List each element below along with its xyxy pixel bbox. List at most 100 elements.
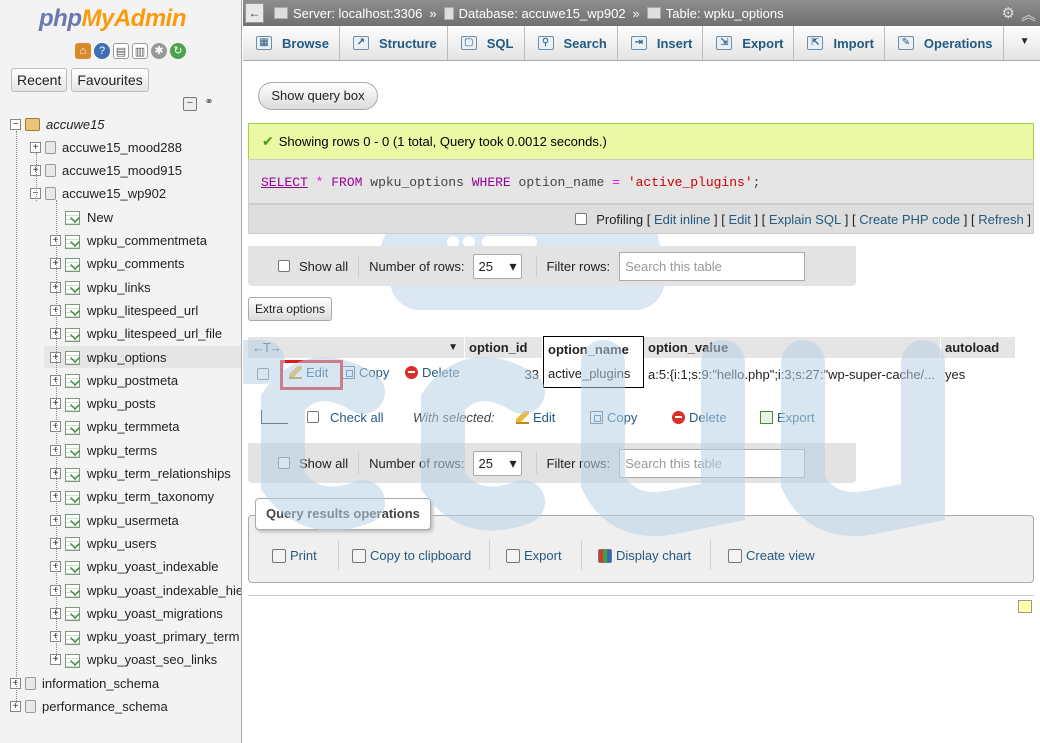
tree-item-wpku-yoast-indexable-hierarchy[interactable]: +wpku_yoast_indexable_hierarchy: [50, 579, 241, 601]
show-query-box-button[interactable]: Show query box: [258, 82, 378, 110]
tab-import[interactable]: ⇱ Import: [794, 26, 885, 60]
phpmyadmin-logo[interactable]: phpMyAdmin: [39, 5, 186, 33]
tab-browse[interactable]: ▦ Browse: [243, 26, 340, 60]
tree-item-label[interactable]: wpku_litespeed_url_file: [87, 326, 222, 341]
display-chart-link[interactable]: Display chart: [598, 548, 691, 563]
tree-item-label[interactable]: performance_schema: [42, 699, 168, 714]
tree-item-wpku-commentmeta[interactable]: + wpku_commentmeta: [50, 230, 207, 252]
settings-icon[interactable]: ✱: [151, 43, 167, 59]
tree-item-label[interactable]: wpku_commentmeta: [87, 233, 207, 248]
tree-item-label[interactable]: wpku_comments: [87, 256, 185, 271]
tree-item-wpku-yoast-migrations[interactable]: + wpku_yoast_migrations: [50, 602, 223, 624]
tab-sql[interactable]: ▢ SQL: [448, 26, 525, 60]
tab-search[interactable]: ⚲ Search: [525, 26, 618, 60]
tree-item-wpku-litespeed-url[interactable]: + wpku_litespeed_url: [50, 299, 198, 321]
cell-option-name[interactable]: active_plugins: [543, 360, 644, 388]
tree-item-label[interactable]: wpku_litespeed_url: [87, 303, 198, 318]
tree-item-accuwe15[interactable]: − accuwe15: [10, 113, 105, 135]
collapse-nav-button[interactable]: ←: [245, 3, 264, 23]
tree-item-wpku-usermeta[interactable]: + wpku_usermeta: [50, 509, 179, 531]
show-all-checkbox-bottom[interactable]: [278, 457, 290, 469]
tree-item-label[interactable]: wpku_yoast_seo_links: [87, 652, 217, 667]
tree-item-label[interactable]: New: [87, 210, 113, 225]
tree-item-label[interactable]: wpku_usermeta: [87, 513, 179, 528]
tree-item-label[interactable]: wpku_users: [87, 536, 156, 551]
edit-inline-link[interactable]: Edit inline: [654, 212, 710, 227]
edit-query-link[interactable]: Edit: [728, 212, 750, 227]
tree-item-wpku-term-relationships[interactable]: + wpku_term_relationships: [50, 463, 231, 485]
row-delete-link[interactable]: Delete: [405, 365, 460, 380]
tree-item-label[interactable]: wpku_yoast_indexable: [87, 559, 219, 574]
tree-item-label[interactable]: wpku_yoast_migrations: [87, 606, 223, 621]
refresh-link[interactable]: Refresh: [978, 212, 1024, 227]
copy-to-clipboard-link[interactable]: Copy to clipboard: [352, 548, 471, 563]
home-icon[interactable]: ⌂: [75, 43, 91, 59]
tree-item-label[interactable]: wpku_posts: [87, 396, 156, 411]
tree-item-label[interactable]: accuwe15_mood288: [62, 140, 182, 155]
tree-item-wpku-termmeta[interactable]: + wpku_termmeta: [50, 416, 179, 438]
nav-tab-recent[interactable]: Recent: [11, 68, 68, 92]
tab-insert[interactable]: ⇥ Insert: [618, 26, 704, 60]
sort-dropdown-icon[interactable]: ▼: [448, 342, 458, 353]
tree-item-label[interactable]: wpku_links: [87, 280, 151, 295]
export-results-link[interactable]: Export: [506, 548, 562, 563]
tree-item-label[interactable]: wpku_options: [87, 350, 167, 365]
gear-icon[interactable]: ⚙: [1002, 4, 1015, 25]
tree-item-wpku-posts[interactable]: + wpku_posts: [50, 393, 156, 415]
tree-item-label[interactable]: accuwe15: [46, 117, 105, 132]
bulk-edit-button[interactable]: Edit: [516, 410, 555, 425]
column-header[interactable]: option_id: [465, 337, 543, 358]
tab-structure[interactable]: ↗ Structure: [340, 26, 448, 60]
tree-item-wpku-links[interactable]: + wpku_links: [50, 276, 151, 298]
column-resize-arrows-icon[interactable]: ←T→: [252, 340, 282, 355]
tree-item-label[interactable]: wpku_yoast_indexable_hierarchy: [87, 583, 241, 598]
explain-sql-link[interactable]: Explain SQL: [769, 212, 841, 227]
tree-item-label[interactable]: wpku_postmeta: [87, 373, 178, 388]
tree-item-wpku-terms[interactable]: + wpku_terms: [50, 439, 157, 461]
cell-option-value[interactable]: a:5:{i:1;s:9:"hello.php";i:3;s:27:"wp-su…: [648, 361, 940, 387]
filter-rows-input-bottom[interactable]: Search this table: [619, 448, 806, 478]
tree-item-label[interactable]: wpku_terms: [87, 443, 157, 458]
tree-item-wpku-comments[interactable]: + wpku_comments: [50, 253, 185, 275]
collapse-icon[interactable]: −: [10, 118, 21, 130]
tree-item-label[interactable]: accuwe15_wp902: [62, 186, 166, 201]
create-php-code-link[interactable]: Create PHP code: [859, 212, 960, 227]
column-header[interactable]: option_name: [543, 336, 644, 362]
cell-autoload[interactable]: yes: [945, 361, 1015, 387]
bulk-delete-button[interactable]: Delete: [672, 410, 727, 425]
filter-rows-input-top[interactable]: Search this table: [619, 251, 806, 281]
collapse-all-icon[interactable]: −: [183, 97, 197, 111]
check-all-checkbox[interactable]: [307, 411, 319, 423]
rows-select-bottom[interactable]: 25: [472, 450, 522, 476]
tree-item-accuwe15-wp902[interactable]: − accuwe15_wp902: [30, 183, 166, 205]
tree-item-wpku-yoast-seo-links[interactable]: + wpku_yoast_seo_links: [50, 649, 217, 671]
create-view-link[interactable]: Create view: [728, 548, 815, 563]
row-checkbox[interactable]: [257, 368, 269, 380]
bulk-export-button[interactable]: Export: [760, 410, 815, 425]
tab-operations[interactable]: ✎ Operations: [885, 26, 1004, 60]
tree-item-wpku-postmeta[interactable]: + wpku_postmeta: [50, 369, 178, 391]
cell-option-id[interactable]: 33: [465, 361, 539, 387]
column-header[interactable]: option_value: [644, 337, 941, 358]
tree-item-accuwe15-mood288[interactable]: + accuwe15_mood288: [30, 136, 182, 158]
breadcrumb-database[interactable]: Database: accuwe15_wp902: [443, 6, 626, 21]
nav-tab-favourites[interactable]: Favourites: [71, 68, 149, 92]
reload-icon[interactable]: ↻: [170, 43, 186, 59]
tree-item-wpku-yoast-indexable[interactable]: + wpku_yoast_indexable: [50, 556, 219, 578]
tree-item-label[interactable]: wpku_term_relationships: [87, 466, 231, 481]
tree-item-wpku-term-taxonomy[interactable]: + wpku_term_taxonomy: [50, 486, 214, 508]
tree-item-performance-schema[interactable]: + performance_schema: [10, 696, 168, 718]
tree-item-wpku-litespeed-url-file[interactable]: + wpku_litespeed_url_file: [50, 323, 222, 345]
print-link[interactable]: Print: [272, 548, 317, 563]
tree-item-label[interactable]: wpku_term_taxonomy: [87, 489, 214, 504]
link-with-main-icon[interactable]: ⚭: [202, 97, 216, 111]
bulk-copy-button[interactable]: Copy: [590, 410, 637, 425]
tree-item-label[interactable]: accuwe15_mood915: [62, 163, 182, 178]
tree-item-accuwe15-mood915[interactable]: + accuwe15_mood915: [30, 160, 182, 182]
tree-item-wpku-yoast-primary-term[interactable]: + wpku_yoast_primary_term: [50, 626, 239, 648]
tab-mo[interactable]: ▼Mo: [1004, 26, 1040, 60]
console-icon[interactable]: [1018, 600, 1032, 613]
show-all-checkbox-top[interactable]: [278, 260, 290, 272]
docs-icon[interactable]: ▤: [113, 43, 129, 59]
profiling-checkbox[interactable]: [575, 213, 588, 225]
